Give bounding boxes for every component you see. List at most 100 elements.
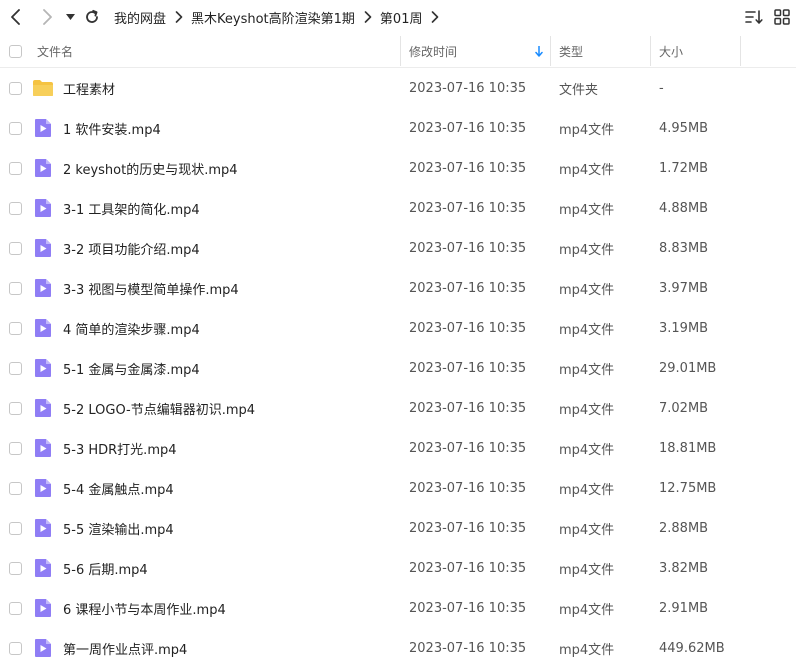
chevron-right-icon [364,11,372,23]
file-row[interactable]: 1 软件安装.mp4 2023-07-16 10:35 mp4文件 4.95MB [0,108,796,148]
column-header-type[interactable]: 类型 [559,34,583,68]
history-dropdown-button[interactable] [61,6,79,28]
file-name[interactable]: 6 课程小节与本周作业.mp4 [63,588,226,628]
file-modified: 2023-07-16 10:35 [409,120,527,136]
file-row[interactable]: 3-2 项目功能介绍.mp4 2023-07-16 10:35 mp4文件 8.83M… [0,228,796,268]
file-row[interactable]: 5-1 金属与金属漆.mp4 2023-07-16 10:35 mp4文件 29.01… [0,348,796,388]
column-divider[interactable] [550,36,551,66]
file-name[interactable]: 3-3 视图与模型简单操作.mp4 [63,268,239,308]
file-row[interactable]: 5-3 HDR打光.mp4 2023-07-16 10:35 mp4文件 18.81M… [0,428,796,468]
file-name[interactable]: 5-3 HDR打光.mp4 [63,428,177,468]
back-button[interactable] [5,6,27,28]
select-all-checkbox[interactable] [9,44,22,58]
file-modified: 2023-07-16 10:35 [409,640,527,656]
file-size: 2.88MB [659,520,709,536]
file-checkbox[interactable] [9,121,22,135]
file-select-cell [9,588,22,628]
video-file-icon [34,428,52,468]
file-row[interactable]: 3-3 视图与模型简单操作.mp4 2023-07-16 10:35 mp4文件 3.… [0,268,796,308]
column-divider[interactable] [650,36,651,66]
file-name[interactable]: 工程素材 [63,68,115,108]
column-header-name[interactable]: 文件名 [37,34,73,68]
file-name[interactable]: 2 keyshot的历史与现状.mp4 [63,148,238,188]
file-name[interactable]: 5-4 金属触点.mp4 [63,468,174,508]
file-row[interactable]: 工程素材 2023-07-16 10:35 文件夹 - [0,68,796,108]
file-row[interactable]: 5-6 后期.mp4 2023-07-16 10:35 mp4文件 3.82MB [0,548,796,588]
video-file-icon [34,508,52,548]
grid-view-icon [774,9,790,25]
video-file-icon [34,468,52,508]
select-all-cell [9,34,22,68]
column-divider[interactable] [400,36,401,66]
file-row[interactable]: 第一周作业点评.mp4 2023-07-16 10:35 mp4文件 449.62MB [0,628,796,668]
file-row[interactable]: 5-5 渲染输出.mp4 2023-07-16 10:35 mp4文件 2.88MB [0,508,796,548]
file-row[interactable]: 3-1 工具架的简化.mp4 2023-07-16 10:35 mp4文件 4.88M… [0,188,796,228]
file-size: 1.72MB [659,160,709,176]
file-size: 449.62MB [659,640,725,656]
file-select-cell [9,468,22,508]
file-name[interactable]: 3-1 工具架的简化.mp4 [63,188,200,228]
grid-view-button[interactable] [772,7,792,27]
breadcrumb-item-root[interactable]: 我的网盘 [114,8,166,27]
column-header-size[interactable]: 大小 [659,34,683,68]
file-size: 12.75MB [659,480,717,496]
column-header-modified[interactable]: 修改时间 [409,34,457,68]
video-file-icon [34,148,52,188]
file-type: 文件夹 [559,82,599,98]
file-name[interactable]: 4 简单的渲染步骤.mp4 [63,308,200,348]
file-checkbox[interactable] [9,401,22,415]
file-name[interactable]: 5-1 金属与金属漆.mp4 [63,348,200,388]
file-checkbox[interactable] [9,641,22,655]
file-checkbox[interactable] [9,321,22,335]
file-checkbox[interactable] [9,481,22,495]
video-file-icon [34,308,52,348]
file-checkbox[interactable] [9,241,22,255]
file-name[interactable]: 5-6 后期.mp4 [63,548,148,588]
video-file-icon [34,108,52,148]
file-checkbox[interactable] [9,561,22,575]
file-checkbox[interactable] [9,521,22,535]
file-size: 29.01MB [659,360,717,376]
file-size: 4.95MB [659,120,709,136]
sort-button[interactable] [744,7,764,27]
file-name[interactable]: 1 软件安装.mp4 [63,108,161,148]
file-select-cell [9,148,22,188]
caret-down-icon [65,14,75,20]
chevron-right-icon [43,9,52,25]
file-modified: 2023-07-16 10:35 [409,200,527,216]
file-checkbox[interactable] [9,201,22,215]
folder-icon [32,68,54,108]
column-divider[interactable] [740,36,741,66]
forward-button[interactable] [36,6,58,28]
breadcrumb-item-week[interactable]: 第01周 [380,8,423,27]
file-checkbox[interactable] [9,81,22,95]
refresh-button[interactable] [81,6,103,28]
file-modified: 2023-07-16 10:35 [409,560,527,576]
file-row[interactable]: 5-2 LOGO-节点编辑器初识.mp4 2023-07-16 10:35 mp4文… [0,388,796,428]
file-checkbox[interactable] [9,161,22,175]
file-row[interactable]: 5-4 金属触点.mp4 2023-07-16 10:35 mp4文件 12.75MB [0,468,796,508]
file-modified: 2023-07-16 10:35 [409,600,527,616]
file-row[interactable]: 6 课程小节与本周作业.mp4 2023-07-16 10:35 mp4文件 2.91… [0,588,796,628]
file-size: - [659,80,664,96]
file-name[interactable]: 3-2 项目功能介绍.mp4 [63,228,200,268]
file-size: 2.91MB [659,600,709,616]
file-checkbox[interactable] [9,361,22,375]
file-type: mp4文件 [559,402,615,418]
file-row[interactable]: 4 简单的渲染步骤.mp4 2023-07-16 10:35 mp4文件 3.19MB [0,308,796,348]
file-checkbox[interactable] [9,441,22,455]
file-size: 18.81MB [659,440,717,456]
file-row[interactable]: 2 keyshot的历史与现状.mp4 2023-07-16 10:35 mp4文件… [0,148,796,188]
file-name[interactable]: 第一周作业点评.mp4 [63,628,187,668]
file-modified: 2023-07-16 10:35 [409,400,527,416]
file-select-cell [9,348,22,388]
file-name[interactable]: 5-5 渲染输出.mp4 [63,508,174,548]
breadcrumb-item-course[interactable]: 黑木Keyshot高阶渲染第1期 [191,8,355,27]
file-checkbox[interactable] [9,281,22,295]
file-size: 3.97MB [659,280,709,296]
video-file-icon [34,228,52,268]
breadcrumb: 我的网盘 黑木Keyshot高阶渲染第1期 第01周 [114,0,447,34]
file-checkbox[interactable] [9,601,22,615]
file-name[interactable]: 5-2 LOGO-节点编辑器初识.mp4 [63,388,255,428]
sort-list-icon [745,10,763,24]
